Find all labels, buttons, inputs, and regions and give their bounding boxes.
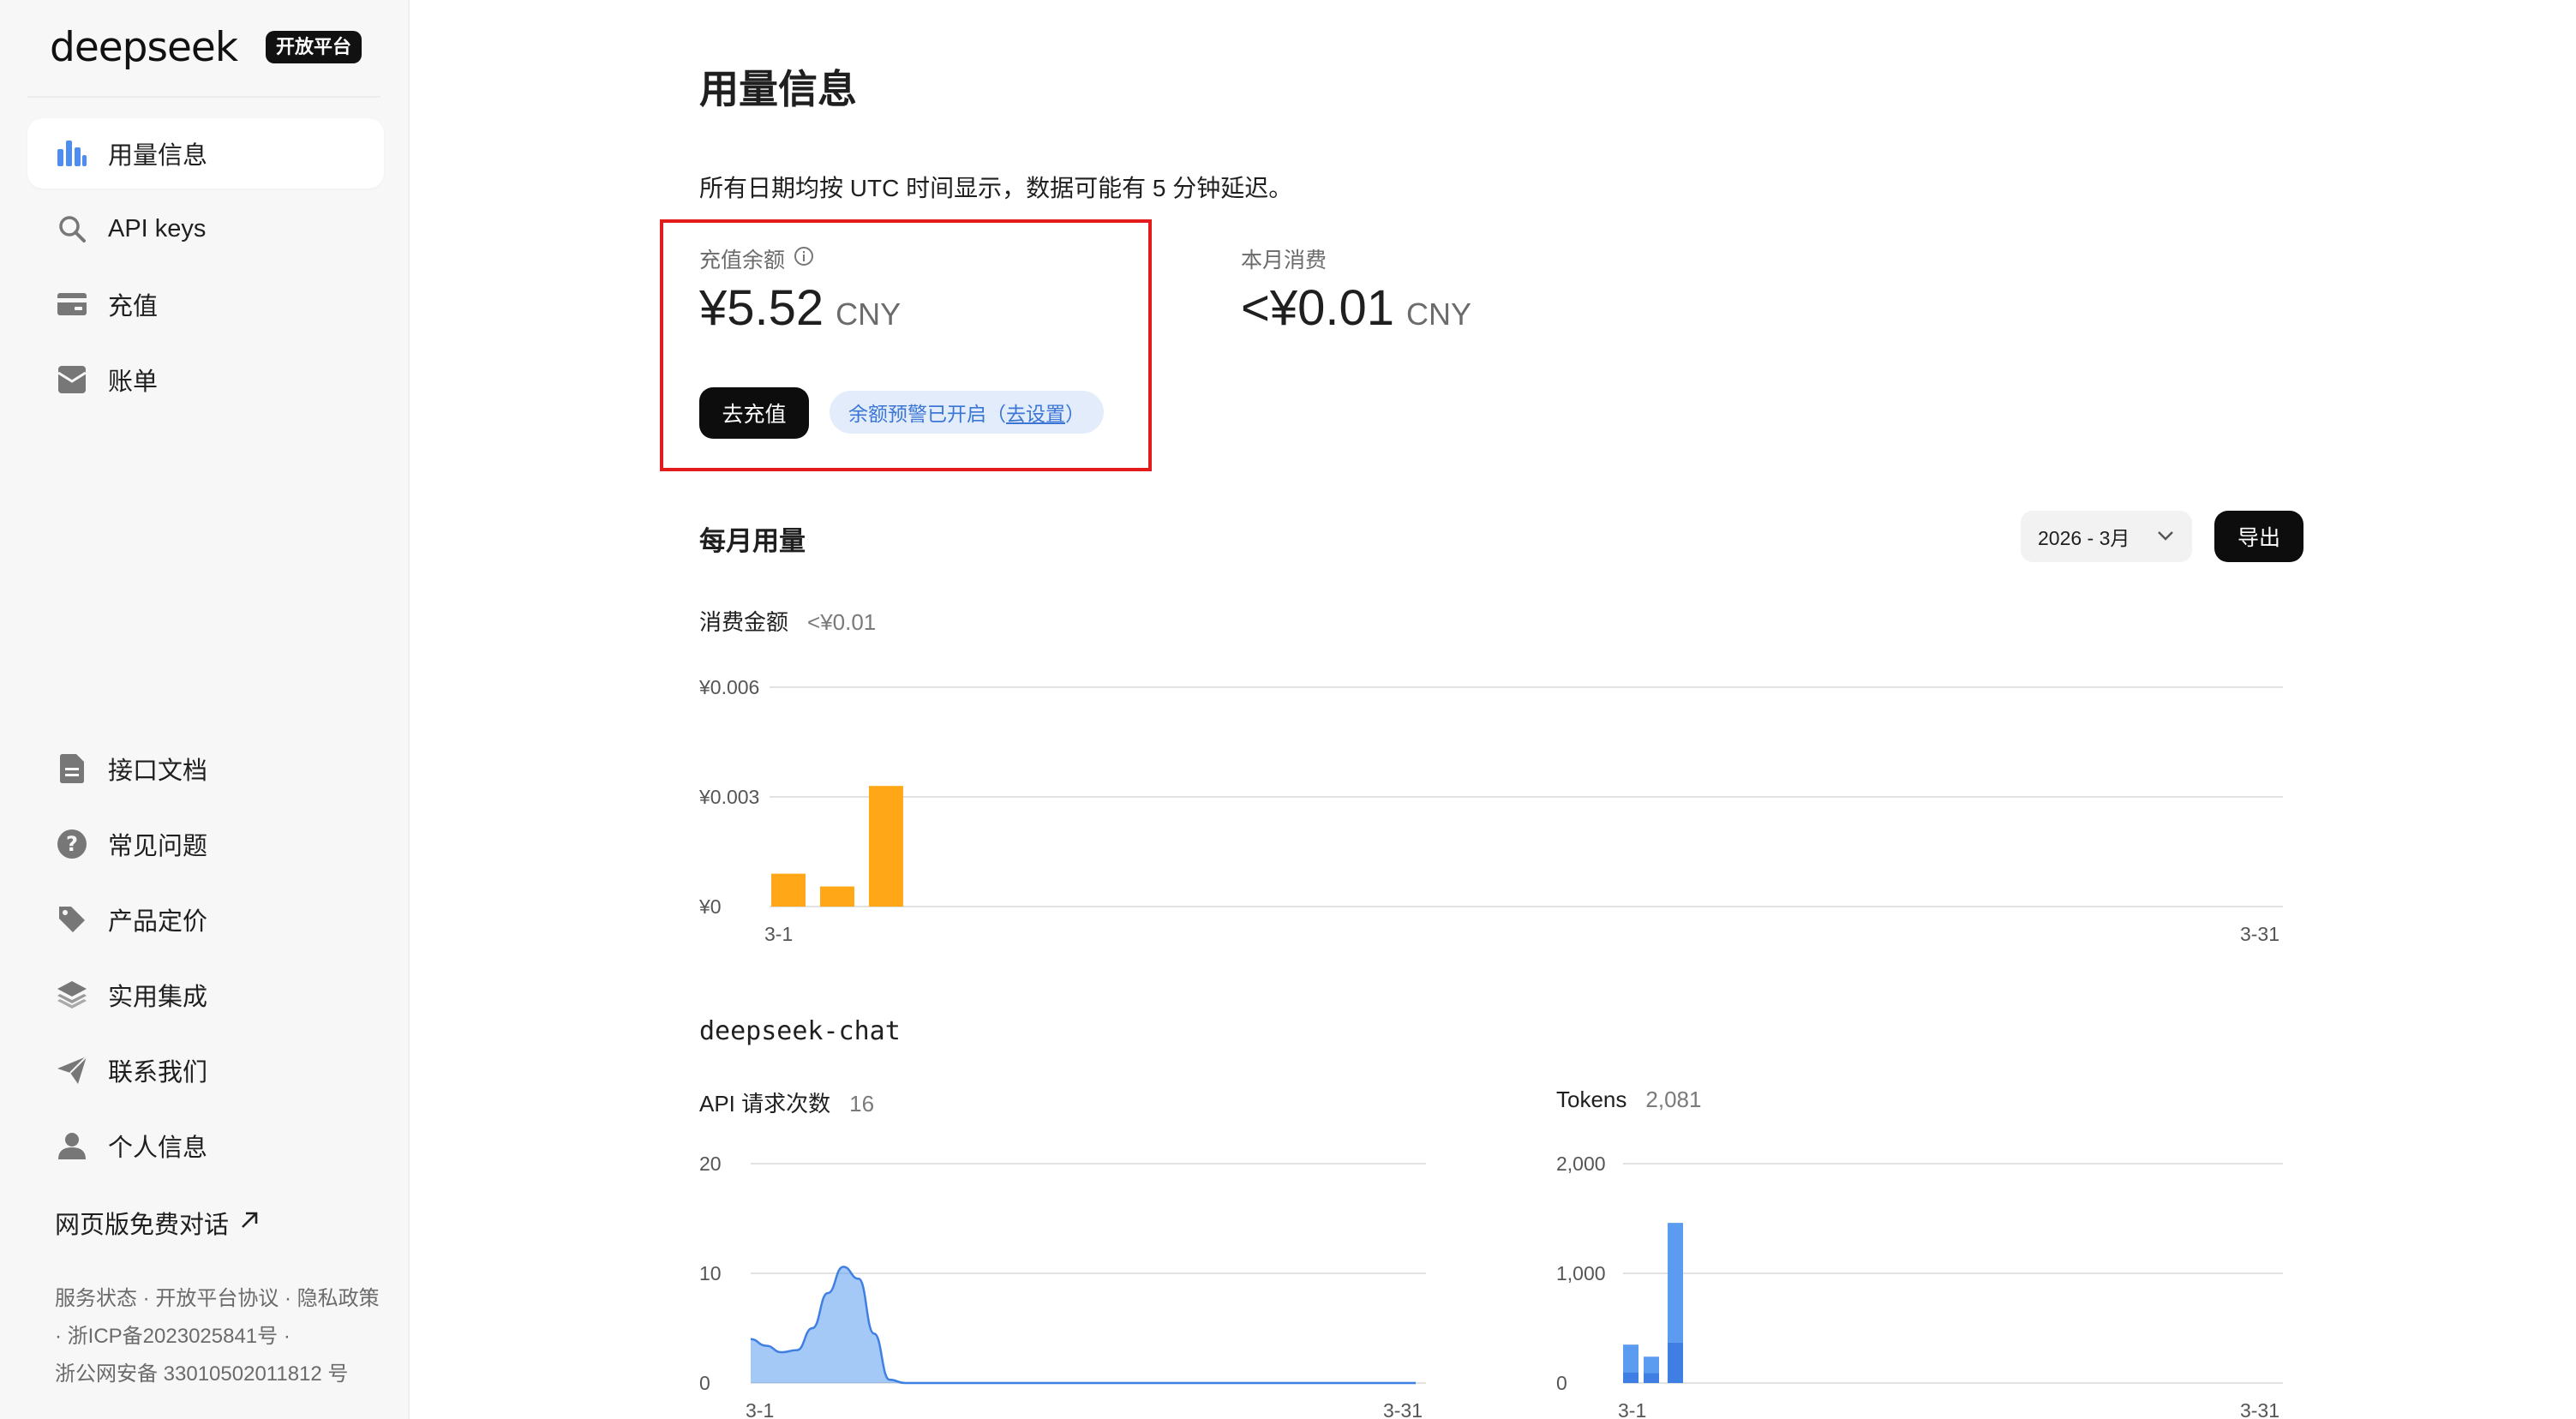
tokens-bar-segment <box>1644 1373 1659 1383</box>
tokens-bar-segment <box>1668 1223 1683 1343</box>
y-tick-label: 2,000 <box>1556 1153 1606 1175</box>
tokens-bar-segment <box>1644 1356 1659 1374</box>
x-tick-label: 3-1 <box>1618 1399 1646 1419</box>
y-tick-label: 0 <box>1556 1372 1567 1394</box>
tokens-bar-segment <box>1668 1342 1683 1383</box>
tokens-bar-chart: 0 1,000 2,000 3-1 3-31 <box>1556 1153 2283 1419</box>
y-tick-label: 1,000 <box>1556 1262 1606 1284</box>
tokens-bar-segment <box>1623 1372 1638 1383</box>
x-tick-label: 3-31 <box>2240 1399 2279 1419</box>
tokens-bar-segment <box>1623 1344 1638 1373</box>
